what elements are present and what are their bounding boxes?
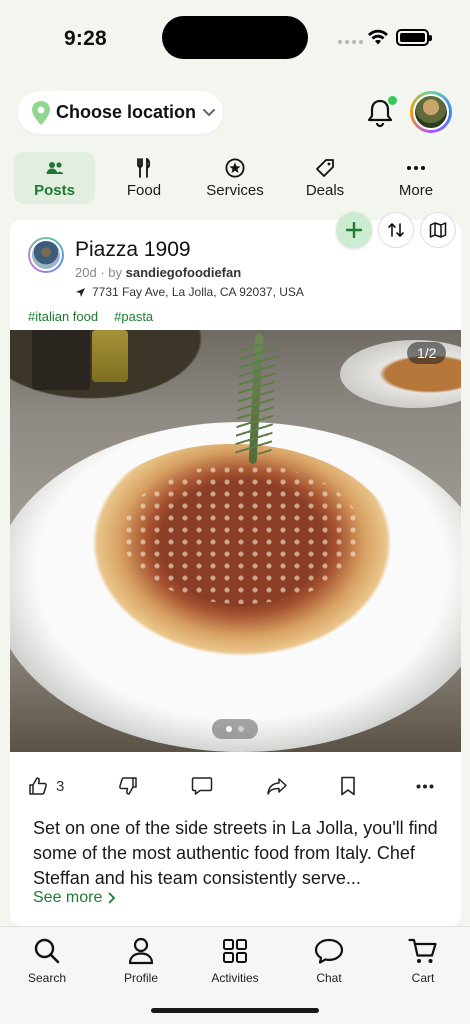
status-bar: 9:28 (0, 0, 470, 76)
comment-button[interactable] (191, 776, 213, 796)
nav-label: Activities (211, 971, 259, 985)
like-count: 3 (56, 777, 65, 795)
thumbs-up-icon (29, 777, 47, 795)
tab-services[interactable]: Services (194, 152, 276, 204)
chevron-right-icon (108, 892, 116, 904)
user-avatar[interactable] (410, 91, 452, 133)
chevron-down-icon (203, 108, 216, 116)
post-author[interactable]: sandiegofoodiefan (126, 265, 242, 280)
photo-glass (92, 330, 128, 382)
bookmark-icon (341, 776, 355, 796)
tab-food[interactable]: Food (104, 152, 184, 204)
tab-label: Services (206, 182, 264, 199)
tab-more[interactable]: More (376, 152, 456, 204)
more-dots-icon (406, 157, 426, 179)
notification-badge (388, 96, 397, 105)
nav-label: Cart (411, 971, 435, 985)
location-label: Choose location (56, 102, 197, 122)
photo-pasta (82, 444, 402, 664)
signal-icon (338, 40, 363, 44)
nav-label: Search (27, 971, 67, 985)
navigation-arrow-icon (76, 287, 85, 297)
post-address[interactable]: 7731 Fay Ave, La Jolla, CA 92037, USA (75, 285, 304, 299)
see-more-link[interactable]: See more (33, 889, 116, 907)
bookmark-button[interactable] (340, 776, 356, 796)
tab-label: More (398, 182, 434, 199)
photo-page-indicator[interactable] (212, 719, 258, 739)
post-card-content: Piazza 1909 20d · by sandiegofoodiefan 7… (10, 220, 461, 926)
battery-icon (396, 29, 432, 46)
nav-search[interactable]: Search (0, 935, 94, 985)
dislike-button[interactable] (118, 776, 138, 796)
like-button[interactable]: 3 (28, 776, 64, 796)
thumbs-down-icon (119, 777, 137, 795)
post-photo[interactable]: 1/2 (10, 330, 461, 752)
wifi-icon (368, 29, 388, 45)
post-actions: 3 (10, 772, 461, 804)
nav-chat[interactable]: Chat (282, 935, 376, 985)
post-by: · by (100, 265, 122, 280)
nav-label: Profile (123, 971, 158, 985)
post-more-button[interactable] (416, 784, 434, 789)
choose-location-button[interactable]: Choose location (18, 91, 223, 134)
post-title[interactable]: Piazza 1909 (75, 238, 191, 262)
comment-icon (191, 777, 213, 795)
profile-icon (128, 935, 154, 967)
tag-italian-food[interactable]: #italian food (28, 309, 98, 324)
author-avatar[interactable] (28, 237, 64, 273)
grid-icon (222, 935, 248, 967)
dynamic-island (162, 16, 308, 59)
tab-label: Food (126, 182, 162, 199)
tab-label: Posts (34, 182, 75, 199)
nav-activities[interactable]: Activities (188, 935, 282, 985)
tag-pasta[interactable]: #pasta (114, 309, 153, 324)
tab-posts[interactable]: Posts (14, 152, 95, 204)
status-time: 9:28 (64, 27, 107, 50)
search-icon (33, 935, 61, 967)
chat-icon (314, 935, 344, 967)
see-more-label: See more (33, 889, 103, 906)
post-meta: 20d · by sandiegofoodiefan (75, 265, 241, 280)
more-dots-icon (416, 784, 434, 789)
tab-deals[interactable]: Deals (286, 152, 364, 204)
post-tags: #italian food #pasta (28, 309, 153, 324)
post-age: 20d (75, 265, 97, 280)
photo-counter: 1/2 (407, 342, 447, 364)
cart-icon (408, 935, 438, 967)
post-card[interactable]: Piazza 1909 20d · by sandiegofoodiefan 7… (10, 212, 461, 926)
address-text: 7731 Fay Ave, La Jolla, CA 92037, USA (92, 285, 304, 299)
nav-profile[interactable]: Profile (94, 935, 188, 985)
share-button[interactable] (266, 776, 288, 796)
nav-label: Chat (316, 971, 342, 985)
fork-knife-icon (136, 157, 152, 179)
tab-label: Deals (305, 182, 345, 199)
photo-bottle (32, 330, 90, 390)
category-tabs: Posts Food Services Deals More (0, 150, 470, 206)
people-icon (46, 157, 64, 179)
location-pin-icon (32, 100, 50, 125)
star-circle-icon (225, 157, 245, 179)
tag-icon (315, 157, 335, 179)
home-indicator (151, 1008, 319, 1013)
post-body: Set on one of the side streets in La Jol… (33, 818, 438, 888)
photo-rosemary (248, 333, 264, 465)
nav-cart[interactable]: Cart (376, 935, 470, 985)
share-icon (267, 778, 287, 795)
